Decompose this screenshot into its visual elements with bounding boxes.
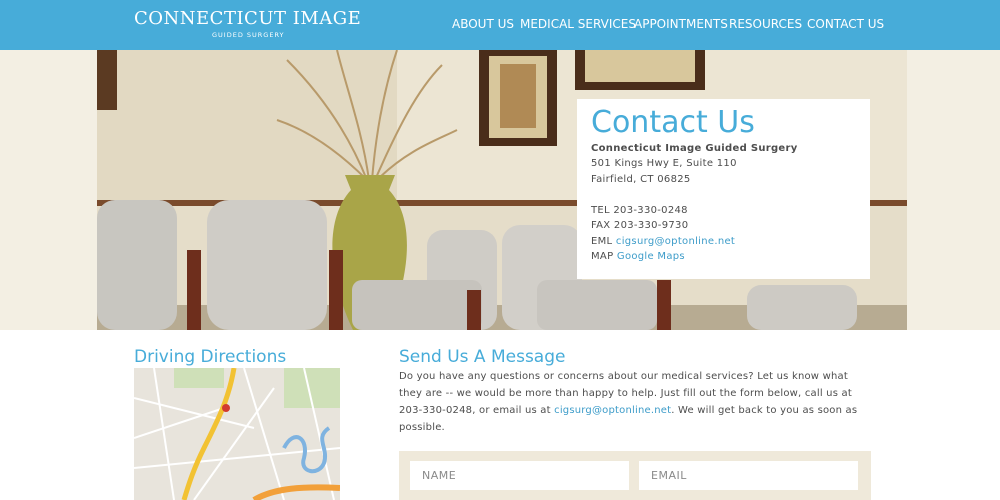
tel-label: TEL bbox=[591, 205, 610, 216]
site-header: CONNECTICUT IMAGE GUIDED SURGERY ABOUT U… bbox=[0, 0, 1000, 50]
fax-label: FAX bbox=[591, 220, 611, 231]
nav-medical-services[interactable]: MEDICAL SERVICES bbox=[520, 17, 636, 31]
contact-tel: TEL 203-330-0248 bbox=[591, 205, 688, 216]
nav-contact-us[interactable]: CONTACT US bbox=[807, 17, 884, 31]
contact-address-line1: 501 Kings Hwy E, Suite 110 bbox=[591, 158, 737, 169]
contact-card: Contact Us Connecticut Image Guided Surg… bbox=[577, 99, 870, 279]
message-intro: Do you have any questions or concerns ab… bbox=[399, 368, 871, 436]
contact-email: EML cigsurg@optonline.net bbox=[591, 236, 735, 247]
google-maps-link[interactable]: Google Maps bbox=[617, 251, 685, 262]
email-link[interactable]: cigsurg@optonline.net bbox=[616, 236, 735, 247]
send-message-heading: Send Us A Message bbox=[399, 347, 566, 367]
contact-map: MAP Google Maps bbox=[591, 251, 685, 262]
contact-address-line2: Fairfield, CT 06825 bbox=[591, 174, 691, 185]
tel-number: 203-330-0248 bbox=[613, 205, 688, 216]
contact-org-name: Connecticut Image Guided Surgery bbox=[591, 143, 798, 154]
nav-appointments[interactable]: APPOINTMENTS bbox=[634, 17, 728, 31]
name-input[interactable]: NAME bbox=[410, 461, 629, 490]
email-label: EML bbox=[591, 236, 613, 247]
contact-form: NAME EMAIL bbox=[399, 451, 871, 500]
fax-number: 203-330-9730 bbox=[613, 220, 689, 231]
email-input[interactable]: EMAIL bbox=[639, 461, 858, 490]
main-nav: ABOUT US MEDICAL SERVICES APPOINTMENTS R… bbox=[0, 17, 1000, 33]
message-email-link[interactable]: cigsurg@optonline.net bbox=[554, 405, 671, 416]
nav-about-us[interactable]: ABOUT US bbox=[452, 17, 514, 31]
contact-title: Contact Us bbox=[591, 105, 755, 140]
map-label: MAP bbox=[591, 251, 614, 262]
nav-resources[interactable]: RESOURCES bbox=[729, 17, 802, 31]
contact-fax: FAX 203-330-9730 bbox=[591, 220, 688, 231]
driving-directions-heading: Driving Directions bbox=[134, 347, 287, 367]
directions-map[interactable] bbox=[134, 368, 340, 500]
